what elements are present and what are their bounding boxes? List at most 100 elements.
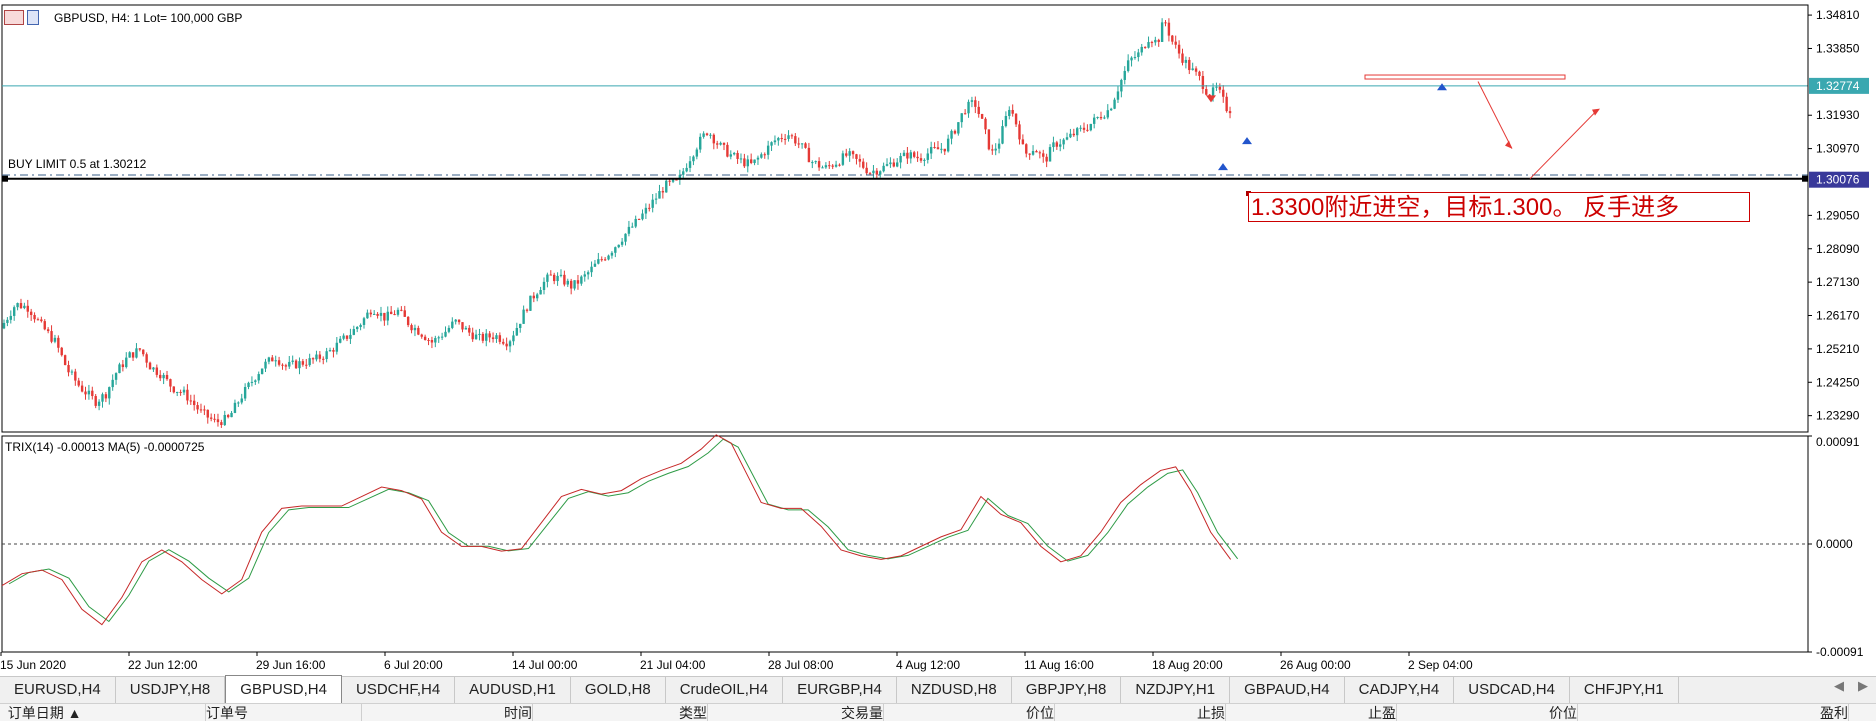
candle-body	[722, 142, 726, 145]
chart-window[interactable]: 1.34810 1.33850 1.32774 1.31930 1.30970 1.300…	[0, 0, 1876, 672]
chart-menu-icon[interactable]	[4, 10, 40, 26]
candle-body	[308, 358, 311, 366]
candle-body	[70, 371, 74, 373]
col-price[interactable]: 价位	[884, 704, 1055, 721]
tab-usdjpy-h8[interactable]: USDJPY,H8	[116, 677, 226, 703]
col-sl[interactable]: 止损	[1055, 704, 1226, 721]
candle-body	[162, 374, 165, 379]
col-tp[interactable]: 止盈	[1226, 704, 1397, 721]
candle-body	[209, 417, 213, 419]
tab-eurusd-h4[interactable]: EURUSD,H4	[0, 677, 116, 703]
candle-body	[1191, 68, 1194, 71]
trix-tick-label: -0.00091	[1816, 645, 1864, 659]
candle-body	[291, 360, 294, 362]
candle-body	[620, 241, 624, 245]
col-open-time[interactable]: 订单日期 ▲	[0, 704, 206, 721]
col-ticket[interactable]: 订单号	[206, 704, 362, 721]
trix-subwindow[interactable]: 0.00091 0.0000 -0.00091 15 Jun 2020 22 Jun 1…	[0, 434, 1876, 672]
candle-body	[339, 338, 342, 343]
candle-body	[196, 405, 199, 410]
candle-body	[84, 391, 87, 395]
candle-body	[495, 335, 498, 340]
candle-body	[946, 138, 950, 152]
tab-scroll-right-icon[interactable]: ▶	[1858, 678, 1868, 693]
candle-body	[257, 374, 260, 381]
candle-body	[1174, 41, 1177, 45]
candle-body	[315, 354, 318, 360]
tab-eurgbp-h4[interactable]: EURGBP,H4	[783, 677, 897, 703]
candle-body	[522, 309, 525, 324]
candle-body	[807, 147, 811, 163]
candle-body	[882, 165, 885, 172]
col-profit[interactable]: 盈利	[1578, 704, 1849, 721]
col-time[interactable]: 时间	[362, 704, 533, 721]
tab-cadjpy-h4[interactable]: CADJPY,H4	[1345, 677, 1455, 703]
terminal-column-header: 订单日期 ▲ 订单号 时间 类型 交易量 价位 止损 止盈 价位 盈利	[0, 703, 1876, 721]
candle-body	[148, 362, 152, 370]
candle-body	[318, 354, 322, 359]
candle-body	[1042, 153, 1045, 157]
candle-body	[240, 398, 243, 403]
tab-audusd-h1[interactable]: AUDUSD,H1	[455, 677, 571, 703]
col-type[interactable]: 类型	[533, 704, 708, 721]
candle-body	[593, 263, 597, 267]
candle-body	[732, 152, 736, 155]
order-price-label: 1.30076	[1816, 173, 1860, 187]
candle-body	[33, 314, 36, 320]
candle-body	[430, 340, 434, 343]
candle-body	[335, 342, 339, 352]
candle-body	[294, 360, 298, 369]
candle-body	[1215, 86, 1218, 88]
tab-gbpjpy-h8[interactable]: GBPJPY,H8	[1012, 677, 1122, 703]
candle-body	[957, 122, 960, 134]
tab-gbpaud-h4[interactable]: GBPAUD,H4	[1230, 677, 1345, 703]
candle-body	[668, 180, 671, 182]
candle-body	[362, 318, 366, 325]
candle-body	[997, 143, 1001, 149]
candle-body	[536, 294, 539, 299]
candle-body	[631, 226, 634, 228]
candle-body	[74, 371, 77, 381]
candle-body	[277, 360, 281, 365]
price-tick-label: 1.29050	[1816, 208, 1860, 222]
col-close-price[interactable]: 价位	[1397, 704, 1578, 721]
tab-scroll-left-icon[interactable]: ◀	[1834, 678, 1844, 693]
candle-body	[1072, 133, 1076, 136]
candle-body	[491, 337, 495, 340]
candle-body	[912, 152, 916, 157]
tab-chfjpy-h1[interactable]: CHFJPY,H1	[1570, 677, 1679, 703]
candle-body	[145, 354, 148, 363]
trix-tick-label: 0.0000	[1816, 537, 1853, 551]
tab-gold-h8[interactable]: GOLD,H8	[571, 677, 666, 703]
symbol-info: GBPUSD, H4: 1 Lot= 100,000 GBP	[54, 11, 243, 25]
candle-body	[6, 319, 9, 323]
candle-body	[284, 365, 288, 367]
candle-body	[991, 149, 994, 151]
candle-body	[311, 358, 315, 360]
candle-body	[118, 364, 121, 374]
trade-annotation[interactable]: 1.3300附近进空，目标1.300。 反手进多	[1248, 192, 1750, 222]
tab-gbpusd-h4[interactable]: GBPUSD,H4	[225, 675, 342, 703]
tab-nzdjpy-h1[interactable]: NZDJPY,H1	[1121, 677, 1231, 703]
candle-body	[736, 152, 739, 159]
candle-body	[142, 349, 145, 355]
candle-body	[532, 295, 536, 299]
candle-body	[111, 379, 114, 388]
candle-body	[879, 171, 882, 175]
col-volume[interactable]: 交易量	[708, 704, 884, 721]
candle-body	[688, 161, 692, 168]
candle-body	[349, 334, 352, 339]
tab-usdcad-h4[interactable]: USDCAD,H4	[1454, 677, 1570, 703]
candle-body	[797, 143, 800, 145]
tab-nzdusd-h8[interactable]: NZDUSD,H8	[897, 677, 1012, 703]
candle-body	[369, 312, 372, 315]
price-axis: 1.34810 1.33850 1.32774 1.31930 1.30970 1.300…	[1807, 5, 1869, 432]
price-tick-label: 1.30970	[1816, 142, 1860, 156]
tab-usdchf-h4[interactable]: USDCHF,H4	[342, 677, 456, 703]
tab-crudeoil-h4[interactable]: CrudeOIL,H4	[666, 677, 784, 703]
candle-body	[916, 156, 919, 159]
candle-body	[851, 151, 855, 155]
candle-body	[1103, 117, 1106, 119]
candle-body	[301, 361, 305, 365]
candle-body	[379, 312, 383, 316]
